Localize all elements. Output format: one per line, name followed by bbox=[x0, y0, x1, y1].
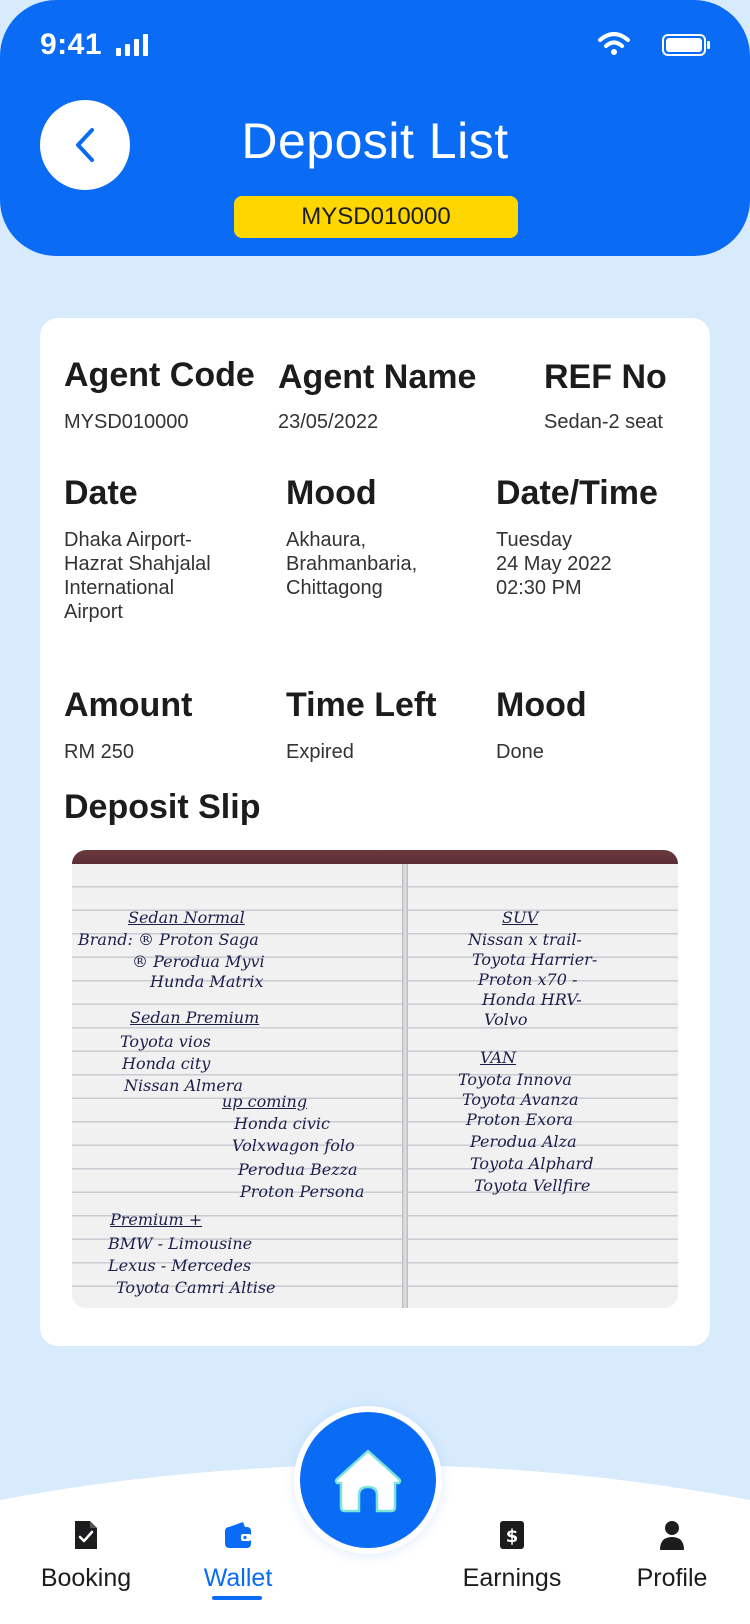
nav-item-profile[interactable]: Profile bbox=[602, 1518, 742, 1593]
agent-code-label: Agent Code bbox=[64, 356, 255, 394]
nav-label-earnings: Earnings bbox=[462, 1564, 562, 1592]
nav-label-booking: Booking bbox=[40, 1564, 132, 1592]
active-tab-indicator bbox=[212, 1596, 262, 1600]
handwriting-line: Toyota vios bbox=[120, 1032, 211, 1051]
date-time-value: Tuesday 24 May 2022 02:30 PM bbox=[496, 529, 612, 599]
nav-item-wallet[interactable]: Wallet bbox=[168, 1518, 308, 1593]
handwriting-line: VAN bbox=[480, 1048, 517, 1067]
deposit-slip-image[interactable]: Sedan Normal Brand: ® Proton Saga ® Pero… bbox=[72, 850, 678, 1308]
home-button[interactable] bbox=[300, 1412, 436, 1548]
handwriting-line: SUV bbox=[502, 908, 538, 927]
handwriting-line: Volvo bbox=[484, 1010, 528, 1029]
handwriting-line: Honda HRV- bbox=[482, 990, 582, 1009]
wallet-icon bbox=[225, 1522, 251, 1548]
status-mood-value: Done bbox=[496, 741, 544, 763]
date-label: Date bbox=[64, 474, 138, 512]
status-mood-label: Mood bbox=[496, 686, 587, 724]
deposit-slip-title: Deposit Slip bbox=[64, 788, 261, 826]
handwriting-line: Toyota Alphard bbox=[470, 1154, 594, 1173]
svg-text:$: $ bbox=[506, 1526, 519, 1547]
dollar-icon: $ bbox=[500, 1521, 524, 1549]
nav-item-booking[interactable]: Booking bbox=[16, 1518, 156, 1593]
wifi-icon bbox=[598, 32, 630, 55]
deposit-detail-card: Agent Code MYSD010000 Agent Name 23/05/2… bbox=[40, 318, 710, 1346]
date-value: Dhaka Airport- Hazrat Shahjalal Internat… bbox=[64, 529, 211, 623]
handwriting-line: Honda city bbox=[122, 1054, 211, 1073]
agent-id-badge: MYSD010000 bbox=[234, 196, 518, 238]
amount-label: Amount bbox=[64, 686, 193, 724]
time-left-value: Expired bbox=[286, 741, 354, 763]
handwriting-line: Toyota Camri Altise bbox=[116, 1278, 276, 1297]
handwriting-line: Toyota Avanza bbox=[462, 1090, 579, 1109]
agent-name-value: 23/05/2022 bbox=[278, 411, 379, 433]
amount-value: RM 250 bbox=[64, 741, 135, 763]
handwriting-line: Proton x70 - bbox=[478, 970, 578, 989]
mood-label: Mood bbox=[286, 474, 377, 512]
handwriting-line: Premium + bbox=[110, 1210, 203, 1229]
header: 9:41 Deposit List MYSD010000 bbox=[0, 0, 750, 256]
signal-icon bbox=[116, 34, 148, 56]
handwriting-line: Honda civic bbox=[234, 1114, 330, 1133]
handwriting-line: Toyota Innova bbox=[458, 1070, 572, 1089]
nav-label-profile: Profile bbox=[636, 1564, 708, 1592]
handwriting-line: Nissan x trail- bbox=[468, 930, 582, 949]
document-check-icon bbox=[75, 1521, 97, 1549]
time-left-label: Time Left bbox=[286, 686, 437, 724]
page-title: Deposit List bbox=[241, 113, 509, 169]
handwriting-line: Volxwagon folo bbox=[232, 1136, 355, 1155]
handwriting-line: up coming bbox=[222, 1092, 308, 1111]
handwriting-line: Hunda Matrix bbox=[150, 972, 264, 991]
handwriting-line: Sedan Normal bbox=[128, 908, 245, 927]
handwriting-line: Sedan Premium bbox=[130, 1008, 260, 1027]
handwriting-line: Brand: ® Proton Saga bbox=[78, 930, 259, 949]
handwriting-line: Toyota Harrier- bbox=[472, 950, 598, 969]
handwriting-line: Proton Persona bbox=[240, 1182, 365, 1201]
handwriting-line: ® Perodua Myvi bbox=[132, 952, 265, 971]
date-time-label: Date/Time bbox=[496, 474, 658, 512]
battery-icon bbox=[662, 34, 710, 56]
handwriting-line: Toyota Vellfire bbox=[474, 1176, 591, 1195]
handwriting-line: Perodua Bezza bbox=[238, 1160, 358, 1179]
agent-code-value: MYSD010000 bbox=[64, 411, 189, 433]
ref-no-label: REF No bbox=[544, 358, 667, 396]
home-icon bbox=[334, 1449, 402, 1513]
handwriting-line: Lexus - Mercedes bbox=[108, 1256, 252, 1275]
nav-item-earnings[interactable]: $ Earnings bbox=[442, 1518, 582, 1593]
status-bar: 9:41 bbox=[0, 0, 750, 90]
handwriting-line: BMW - Limousine bbox=[108, 1234, 253, 1253]
handwriting-line: Perodua Alza bbox=[470, 1132, 577, 1151]
back-button[interactable] bbox=[40, 100, 130, 190]
nav-label-wallet: Wallet bbox=[203, 1564, 273, 1592]
agent-name-label: Agent Name bbox=[278, 358, 477, 396]
user-icon bbox=[660, 1521, 684, 1550]
mood-value: Akhaura, Brahmanbaria, Chittagong bbox=[286, 529, 418, 599]
status-time: 9:41 bbox=[40, 28, 103, 61]
handwriting-line: Proton Exora bbox=[466, 1110, 574, 1129]
chevron-left-icon bbox=[76, 128, 94, 162]
ref-no-value: Sedan-2 seat bbox=[544, 411, 663, 433]
